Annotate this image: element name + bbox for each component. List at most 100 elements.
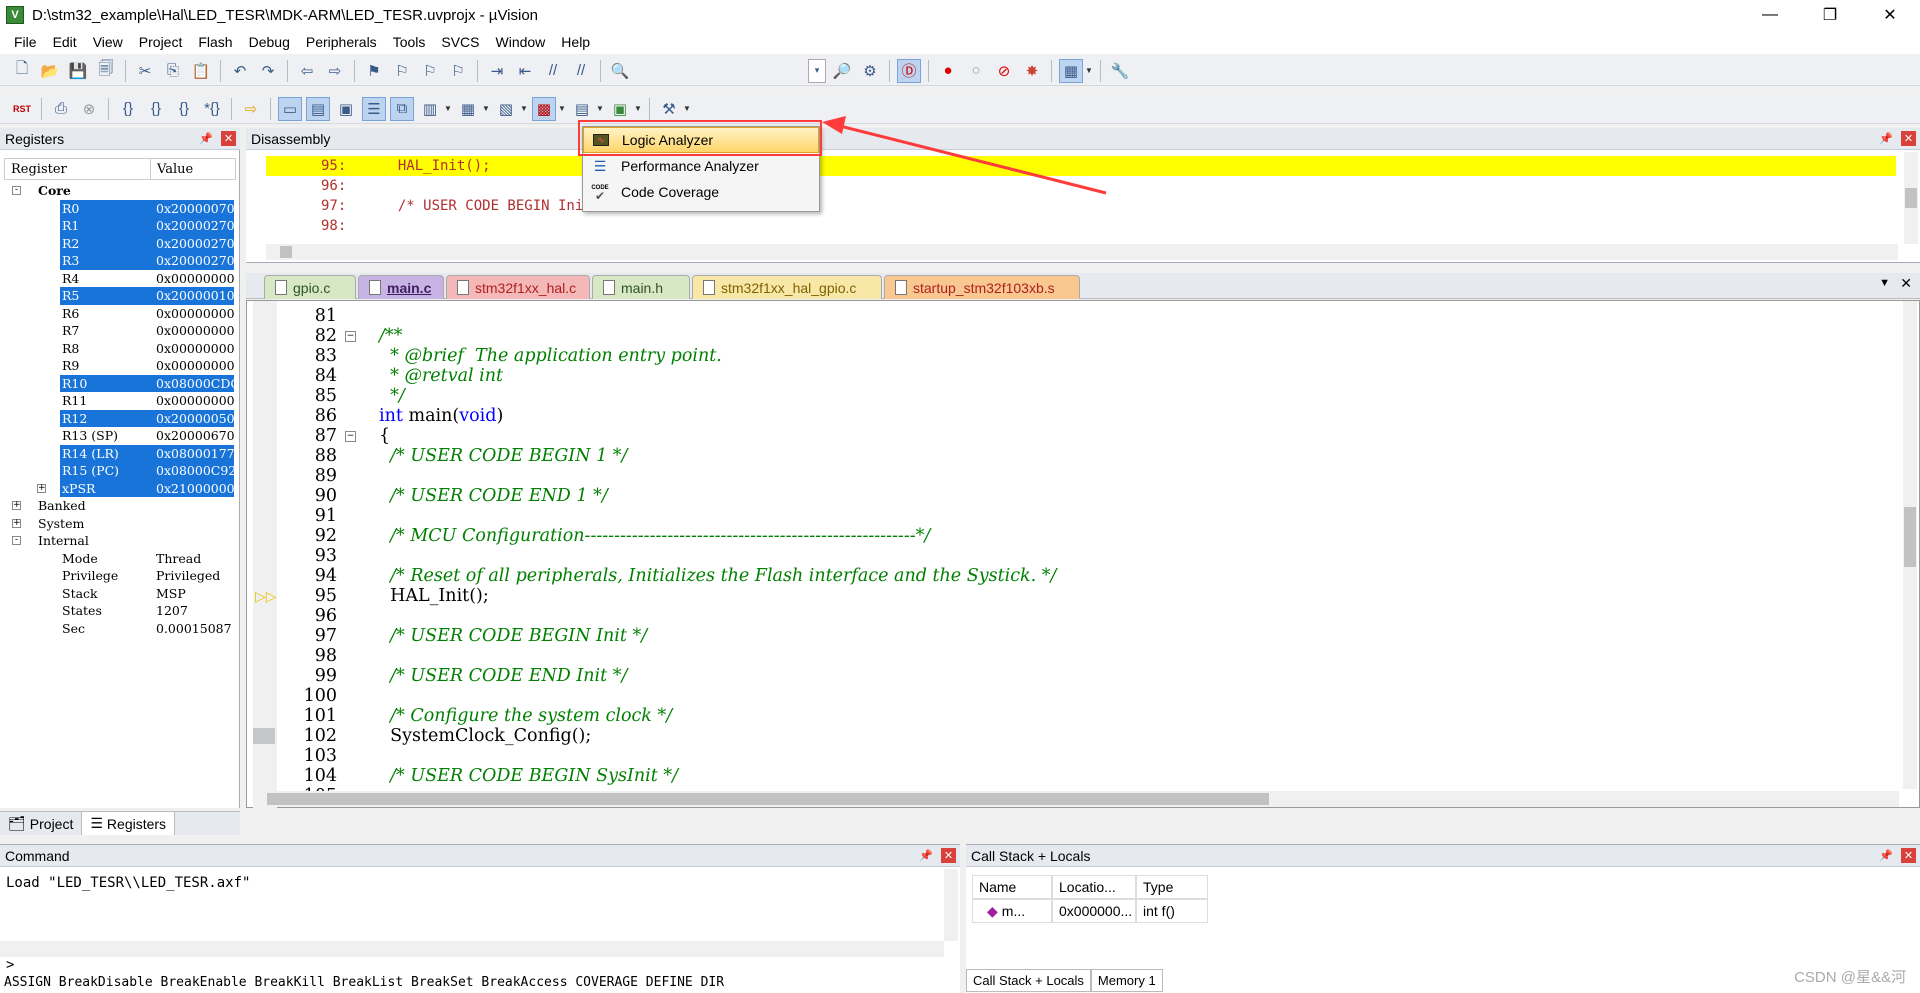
register-row[interactable]: PrivilegePrivileged (4, 567, 236, 585)
column-header-type[interactable]: Type (1136, 875, 1208, 899)
pin-icon[interactable]: 📌 (919, 849, 933, 862)
tab-registers[interactable]: ☰Registers (82, 812, 175, 835)
breakpoint-marker[interactable] (253, 728, 275, 744)
register-value[interactable]: 0x00000000 (156, 341, 235, 356)
register-row[interactable]: R110x00000000 (4, 392, 236, 410)
chevron-down-icon[interactable]: ▼ (558, 104, 568, 113)
minimize-icon[interactable]: — (1740, 0, 1800, 30)
code-line[interactable]: 96 (277, 606, 1877, 626)
tab-memory-1[interactable]: Memory 1 (1091, 969, 1163, 992)
column-header-name[interactable]: Name (972, 875, 1052, 899)
register-group-core[interactable]: -Core (4, 182, 236, 200)
register-group-internal[interactable]: -Internal (4, 532, 236, 550)
code-editor[interactable]: 8182−/**83 * @brief The application entr… (246, 300, 1920, 808)
code-line[interactable]: 81 (277, 306, 1877, 326)
editor-tab-stm32f1xx-hal-gpio-c[interactable]: stm32f1xx_hal_gpio.c (692, 275, 882, 299)
clear-bookmarks-icon[interactable]: ⚐ (446, 59, 470, 83)
register-value[interactable]: 0x00000000 (156, 358, 235, 373)
column-header-value[interactable]: Value (151, 159, 235, 179)
symbols-window-icon[interactable]: ▣ (334, 97, 358, 121)
cut-icon[interactable]: ✂ (133, 59, 157, 83)
indent-icon[interactable]: ⇥ (485, 59, 509, 83)
collapse-icon[interactable]: - (12, 186, 21, 195)
paste-icon[interactable]: 📋 (189, 59, 213, 83)
disassembly-vscrollbar[interactable] (1904, 152, 1918, 244)
command-hscrollbar[interactable] (0, 941, 944, 957)
code-line[interactable]: 90 /* USER CODE END 1 */ (277, 486, 1877, 506)
editor-tab-main-h[interactable]: main.h (592, 275, 690, 299)
editor-tab-stm32f1xx-hal-c[interactable]: stm32f1xx_hal.c (446, 275, 590, 299)
register-value[interactable]: 0x21000000 (156, 481, 235, 496)
close-icon[interactable]: ✕ (941, 848, 956, 863)
step-out-icon[interactable]: {} (172, 97, 196, 121)
register-group-banked[interactable]: +Banked (4, 497, 236, 515)
run-to-cursor-icon[interactable]: *{} (200, 97, 224, 121)
register-value[interactable]: MSP (156, 586, 186, 601)
tab-call-stack[interactable]: Call Stack + Locals (966, 969, 1091, 992)
code-line[interactable]: 92 /* MCU Configuration-----------------… (277, 526, 1877, 546)
register-value[interactable]: 1207 (156, 603, 188, 618)
register-row[interactable]: R15 (PC)0x08000C92 (4, 462, 236, 480)
bookmark-icon[interactable]: ⚑ (362, 59, 386, 83)
prev-bookmark-icon[interactable]: ⚐ (390, 59, 414, 83)
chevron-down-icon[interactable]: ▼ (634, 104, 644, 113)
editor-tab-main-c[interactable]: main.c (358, 275, 444, 299)
register-row[interactable]: R50x20000010 (4, 287, 236, 305)
command-prompt[interactable]: > (6, 957, 14, 973)
new-file-icon[interactable]: 🗋 (10, 59, 34, 83)
register-row[interactable]: R100x08000CDC (4, 375, 236, 393)
chevron-down-icon[interactable]: ▼ (520, 104, 530, 113)
register-value[interactable]: 0x00000000 (156, 306, 235, 321)
code-line[interactable]: 85 */ (277, 386, 1877, 406)
command-vscrollbar[interactable] (944, 869, 958, 941)
code-line[interactable]: 97 /* USER CODE BEGIN Init */ (277, 626, 1877, 646)
code-line[interactable]: 82−/** (277, 326, 1877, 346)
register-value[interactable]: 0x20000010 (156, 288, 235, 303)
watch-window-icon[interactable]: ▥ (418, 97, 442, 121)
code-line[interactable]: 104 /* USER CODE BEGIN SysInit */ (277, 766, 1877, 786)
find-in-files-icon[interactable]: 🔍 (608, 59, 632, 83)
column-header-register[interactable]: Register (5, 159, 151, 179)
close-tab-icon[interactable]: ✕ (1900, 275, 1912, 292)
call-stack-window-icon[interactable]: ⧉ (390, 97, 414, 121)
code-line[interactable]: 91 (277, 506, 1877, 526)
pin-icon[interactable]: 📌 (199, 132, 213, 145)
code-line[interactable]: 101 /* Configure the system clock */ (277, 706, 1877, 726)
disassembly-window-icon[interactable]: ▤ (306, 97, 330, 121)
save-icon[interactable]: 💾 (66, 59, 90, 83)
navigate-back-icon[interactable]: ⇦ (295, 59, 319, 83)
reset-icon[interactable]: RST (10, 97, 34, 121)
navigate-forward-icon[interactable]: ⇨ (323, 59, 347, 83)
menu-svcs[interactable]: SVCS (433, 34, 487, 50)
menu-tools[interactable]: Tools (385, 34, 434, 50)
expand-icon[interactable]: + (12, 519, 21, 528)
code-line[interactable]: 89 (277, 466, 1877, 486)
fold-toggle-icon[interactable]: − (345, 431, 356, 442)
register-value[interactable]: 0x08000177 (156, 446, 235, 461)
register-row[interactable]: ModeThread (4, 550, 236, 568)
unindent-icon[interactable]: ⇤ (513, 59, 537, 83)
save-all-icon[interactable]: 🗐 (94, 59, 118, 83)
register-row[interactable]: R13 (SP)0x20000670 (4, 427, 236, 445)
editor-hscrollbar[interactable] (253, 791, 1899, 807)
run-icon[interactable]: ⎙ (49, 97, 73, 121)
fold-toggle-icon[interactable]: − (345, 331, 356, 342)
expand-icon[interactable]: + (12, 501, 21, 510)
menu-help[interactable]: Help (553, 34, 598, 50)
register-row[interactable]: R14 (LR)0x08000177 (4, 445, 236, 463)
code-line[interactable]: 88 /* USER CODE BEGIN 1 */ (277, 446, 1877, 466)
menu-item-performance-analyzer[interactable]: ☰Performance Analyzer (583, 153, 819, 179)
register-row[interactable]: R30x20000270 (4, 252, 236, 270)
trace-window-icon[interactable]: ▤ (570, 97, 594, 121)
code-line[interactable]: 100 (277, 686, 1877, 706)
menu-flash[interactable]: Flash (190, 34, 240, 50)
register-value[interactable]: 0x20000270 (156, 236, 235, 251)
table-row[interactable]: ◆m... 0x000000... int f() (972, 899, 1208, 923)
disassembly-line[interactable]: 97: /* USER CODE BEGIN Init */ (266, 196, 1896, 216)
kill-all-breakpoints-icon[interactable]: ✸ (1020, 59, 1044, 83)
close-icon[interactable]: ✕ (221, 131, 236, 146)
register-row[interactable]: R00x20000070 (4, 200, 236, 218)
copy-icon[interactable]: ⎘ (161, 59, 185, 83)
register-row[interactable]: R80x00000000 (4, 340, 236, 358)
register-row[interactable]: R40x00000000 (4, 270, 236, 288)
